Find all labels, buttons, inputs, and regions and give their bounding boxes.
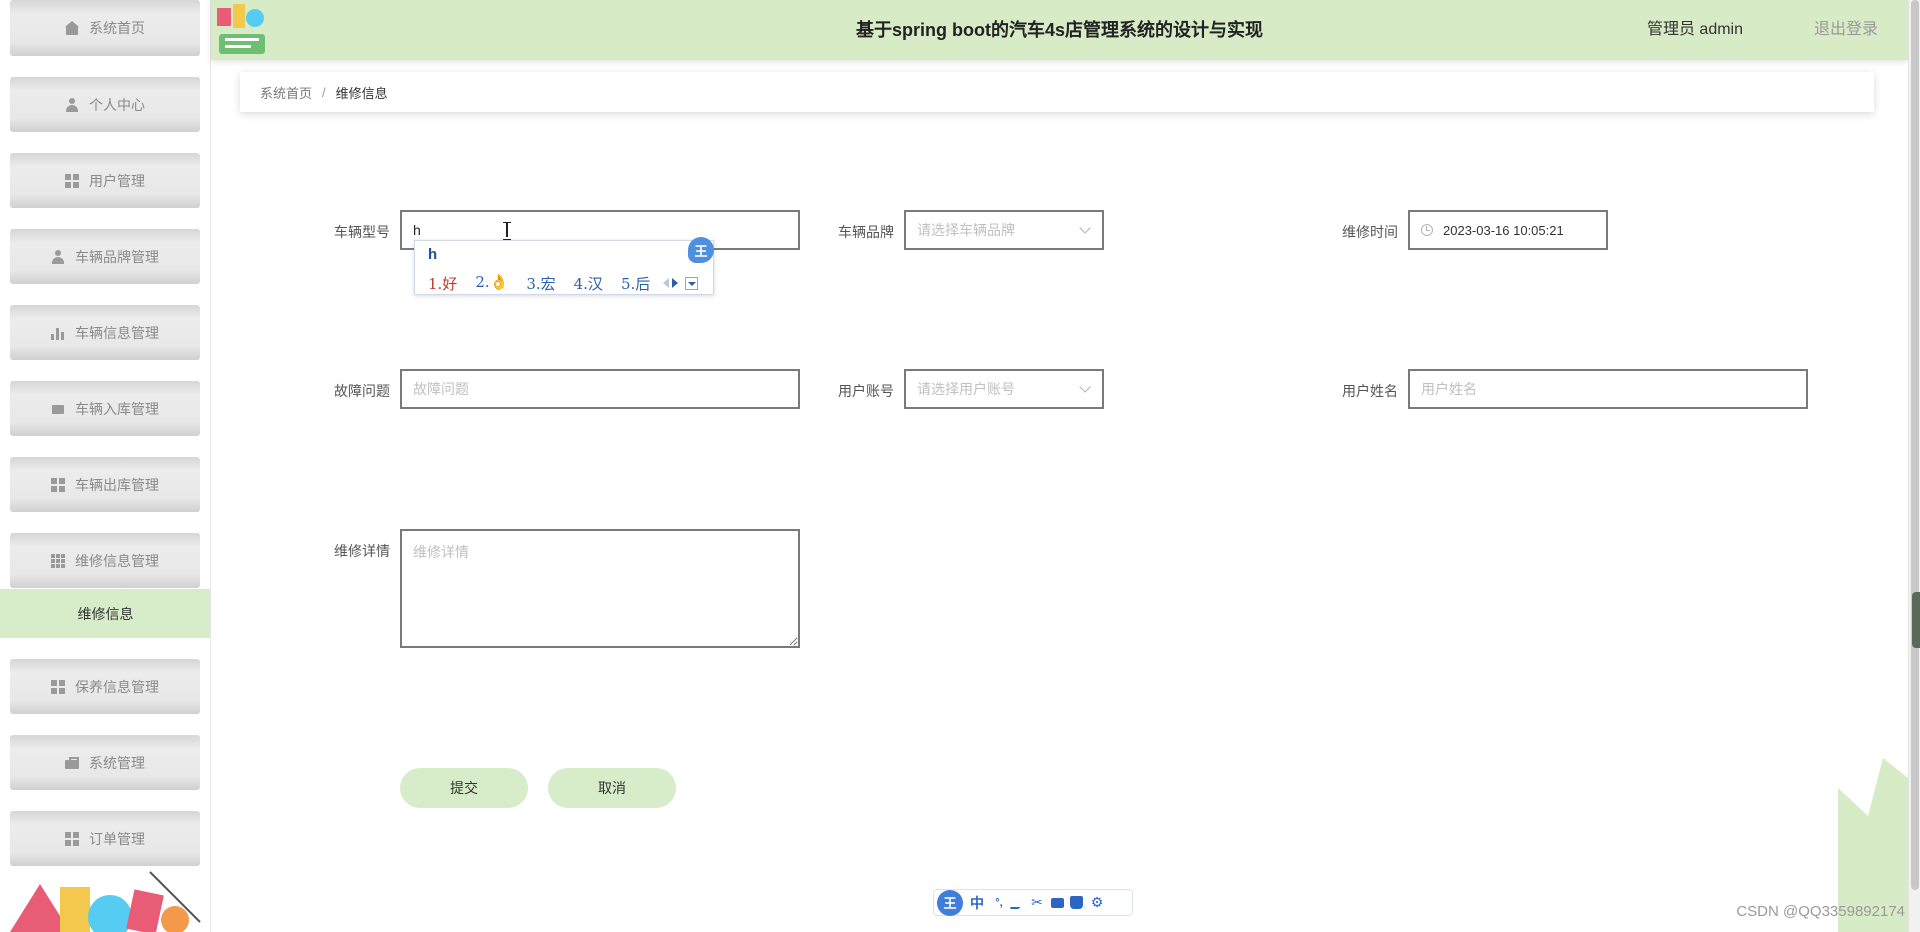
grid-icon <box>51 679 65 694</box>
watermark-text: CSDN @QQ3359892174 <box>1736 903 1905 920</box>
user-name-label: 用户姓名 <box>1342 383 1398 399</box>
repair-time-value: 2023-03-16 10:05:21 <box>1443 222 1564 238</box>
header-decoration-illustration <box>217 4 265 54</box>
home-icon <box>65 21 79 35</box>
fault-issue-label: 故障问题 <box>334 383 390 399</box>
sidebar-item-label: 个人中心 <box>89 96 145 113</box>
sidebar-item-label: 保养信息管理 <box>75 678 159 695</box>
vehicle-model-label: 车辆型号 <box>334 224 390 240</box>
submit-button[interactable]: 提交 <box>400 768 528 808</box>
sidebar-subitem-label: 维修信息 <box>77 605 134 622</box>
bar-chart-icon <box>51 325 65 340</box>
vehicle-brand-select[interactable]: 请选择车辆品牌 <box>904 210 1104 250</box>
sidebar-item-label: 系统管理 <box>89 754 145 771</box>
sidebar-decoration-illustration <box>10 871 201 932</box>
sidebar-item-label: 系统首页 <box>89 20 145 36</box>
scissors-icon[interactable]: ✂ <box>1029 894 1045 911</box>
ime-mode-toggle[interactable]: 中 <box>969 893 985 913</box>
vehicle-model-text[interactable] <box>413 222 798 238</box>
ime-logo-icon: 王 <box>688 237 714 263</box>
sidebar: 系统首页 个人中心 用户管理 车辆品牌管理 车辆信息管理 车辆入库管理 车辆出库… <box>0 0 211 932</box>
sidebar-item-label: 车辆品牌管理 <box>75 248 159 265</box>
skin-icon[interactable] <box>1070 896 1083 909</box>
logout-link[interactable]: 退出登录 <box>1814 0 1878 60</box>
vehicle-brand-label: 车辆品牌 <box>838 224 894 240</box>
ime-toolbar: 王 中 °, ✂ ⚙ <box>933 889 1133 916</box>
sidebar-item-home[interactable]: 系统首页 <box>10 0 200 56</box>
repair-details-textarea[interactable] <box>400 529 800 648</box>
grid9-icon <box>51 553 65 568</box>
briefcase-icon <box>65 756 79 770</box>
grid-icon <box>51 477 65 492</box>
ime-candidate[interactable]: 3.宏 <box>526 273 555 294</box>
page-scrollbar[interactable] <box>1908 0 1920 932</box>
ime-candidates: 1.好 2.👌 3.宏 4.汉 5.后 <box>428 273 650 294</box>
chevron-down-icon <box>1080 383 1090 393</box>
sidebar-item-label: 车辆信息管理 <box>75 324 159 341</box>
user-name-input[interactable]: 用户姓名 <box>1408 369 1808 409</box>
clock-icon <box>1421 224 1433 236</box>
repair-time-picker[interactable]: 2023-03-16 10:05:21 <box>1408 210 1608 250</box>
breadcrumb-separator: / <box>322 84 326 100</box>
ime-candidate[interactable]: 4.汉 <box>574 273 603 294</box>
ime-candidate[interactable]: 5.后 <box>621 273 650 294</box>
user-icon <box>65 97 79 112</box>
sidebar-item-user-management[interactable]: 用户管理 <box>10 153 200 208</box>
repair-time-label: 维修时间 <box>1342 224 1398 240</box>
current-user-label: 管理员 admin <box>1646 21 1743 38</box>
sidebar-subitem-repair-info[interactable]: 维修信息 <box>0 589 210 638</box>
side-handle[interactable] <box>1912 592 1920 648</box>
sidebar-item-order-management[interactable]: 订单管理 <box>10 811 200 866</box>
sidebar-item-maintenance-management[interactable]: 保养信息管理 <box>10 659 200 714</box>
gear-icon[interactable]: ⚙ <box>1089 894 1105 911</box>
vehicle-brand-placeholder: 请选择车辆品牌 <box>917 222 1015 238</box>
sidebar-item-vehicle-info[interactable]: 车辆信息管理 <box>10 305 200 360</box>
breadcrumb-current: 维修信息 <box>335 85 388 101</box>
sidebar-item-label: 车辆入库管理 <box>75 400 159 417</box>
breadcrumb-home[interactable]: 系统首页 <box>260 83 312 102</box>
ime-next-page-icon[interactable] <box>672 278 678 288</box>
sidebar-item-system-management[interactable]: 系统管理 <box>10 735 200 790</box>
user-account-select[interactable]: 请选择用户账号 <box>904 369 1104 409</box>
ime-candidate[interactable]: 2.👌 <box>475 273 508 294</box>
scrollbar-thumb[interactable] <box>1911 0 1919 890</box>
sidebar-item-personal-center[interactable]: 个人中心 <box>10 77 200 132</box>
user-account-placeholder: 请选择用户账号 <box>917 381 1015 397</box>
text-cursor-icon <box>503 222 511 240</box>
ime-page-nav <box>663 276 701 290</box>
user-name-placeholder: 用户姓名 <box>1421 381 1477 397</box>
sidebar-item-stock-in[interactable]: 车辆入库管理 <box>10 381 200 436</box>
ime-prev-page-icon[interactable] <box>663 278 669 288</box>
ime-expand-icon[interactable] <box>685 276 698 290</box>
fault-issue-input[interactable]: 故障问题 <box>400 369 800 409</box>
sidebar-item-stock-out[interactable]: 车辆出库管理 <box>10 457 200 512</box>
cancel-button[interactable]: 取消 <box>548 768 676 808</box>
box-icon <box>51 402 65 416</box>
sidebar-item-label: 维修信息管理 <box>75 552 159 569</box>
ime-candidate-popup: h 王 1.好 2.👌 3.宏 4.汉 5.后 <box>414 237 714 295</box>
pen-icon[interactable] <box>1009 896 1027 909</box>
sidebar-item-brand-management[interactable]: 车辆品牌管理 <box>10 229 200 284</box>
sidebar-item-repair-management[interactable]: 维修信息管理 <box>10 533 200 588</box>
repair-details-label: 维修详情 <box>334 543 390 559</box>
sidebar-item-label: 订单管理 <box>89 830 145 847</box>
grid-icon <box>65 831 79 846</box>
ime-punctuation-toggle[interactable]: °, <box>991 897 1007 909</box>
fault-issue-placeholder: 故障问题 <box>413 381 469 397</box>
ime-logo-icon[interactable]: 王 <box>937 889 963 916</box>
grid-icon <box>65 173 79 188</box>
sidebar-item-label: 用户管理 <box>89 172 145 189</box>
chevron-down-icon <box>1080 224 1090 234</box>
sidebar-item-label: 车辆出库管理 <box>75 476 159 493</box>
top-header: 基于spring boot的汽车4s店管理系统的设计与实现 管理员 admin … <box>211 0 1908 60</box>
user-account-label: 用户账号 <box>838 383 894 399</box>
user-icon <box>51 249 65 264</box>
ime-composition-text: h <box>428 246 438 263</box>
keyboard-icon[interactable] <box>1051 897 1064 908</box>
breadcrumb: 系统首页 / 维修信息 <box>240 72 1874 112</box>
ime-candidate[interactable]: 1.好 <box>428 273 457 294</box>
